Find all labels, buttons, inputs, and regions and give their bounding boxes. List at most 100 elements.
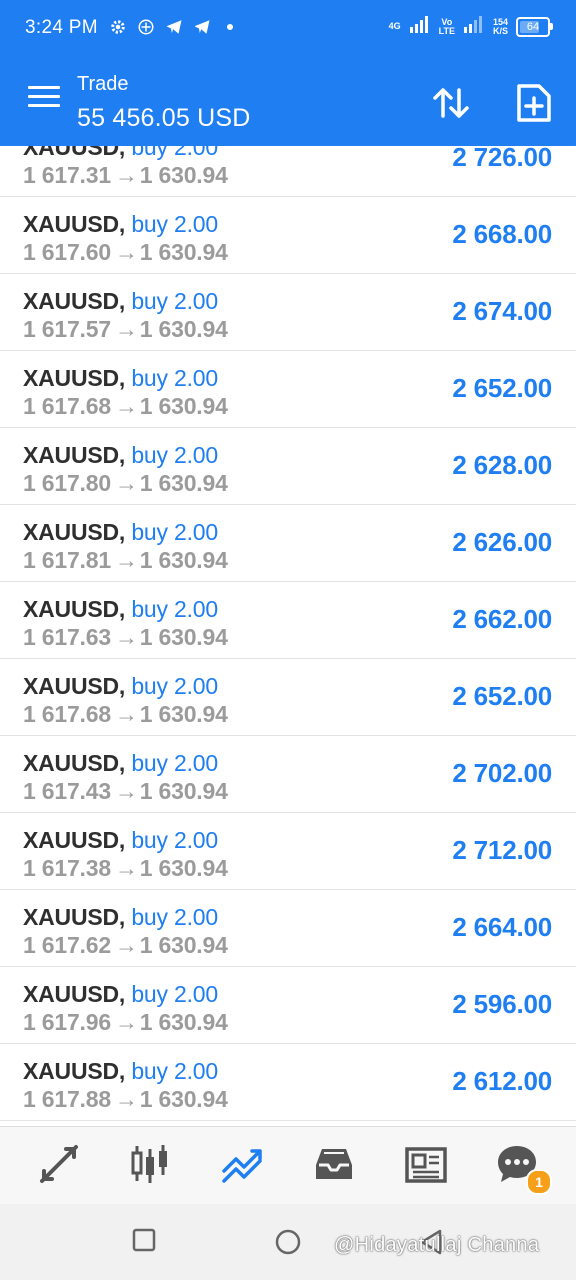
position-side-volume: buy 2.00 [131, 827, 218, 853]
position-symbol: XAUUSD, [23, 904, 126, 930]
position-row[interactable]: XAUUSD, buy 2.00 1 617.81 →1 630.94 2 626.0… [0, 505, 576, 582]
status-time: 3:24 PM [25, 17, 98, 38]
menu-button[interactable] [28, 86, 60, 112]
tab-chat[interactable]: 1 [494, 1141, 552, 1195]
position-profit: 2 664.00 [452, 912, 552, 942]
position-profit: 2 702.00 [452, 758, 552, 788]
position-symbol: XAUUSD, [23, 673, 126, 699]
tab-trade[interactable] [220, 1141, 266, 1187]
page-title: Trade [77, 73, 129, 95]
bottom-tab-bar: 1 [0, 1126, 576, 1205]
current-price: 1 630.94 [139, 393, 228, 419]
home-button[interactable] [274, 1228, 302, 1261]
position-side-volume: buy 2.00 [131, 519, 218, 545]
position-side-volume: buy 2.00 [131, 596, 218, 622]
position-row[interactable]: XAUUSD, buy 2.00 1 617.31 →1 630.94 2 726.0… [0, 146, 576, 197]
position-row[interactable]: XAUUSD, buy 2.00 1 617.63 →1 630.94 2 662.0… [0, 582, 576, 659]
tab-chart[interactable] [127, 1141, 173, 1187]
position-prices: 1 617.68 →1 630.94 [23, 393, 228, 420]
position-row[interactable]: XAUUSD, buy 2.00 1 617.43 →1 630.94 2 702.0… [0, 736, 576, 813]
signal-strength-icon [409, 15, 431, 38]
current-price: 1 630.94 [139, 239, 228, 265]
position-prices: 1 617.62 →1 630.94 [23, 932, 228, 959]
position-profit: 2 662.00 [452, 604, 552, 634]
arrow-right-icon: → [114, 1086, 138, 1112]
arrow-right-icon: → [114, 239, 138, 265]
current-price: 1 630.94 [139, 316, 228, 342]
hamburger-icon-line [28, 95, 60, 98]
gear-icon [108, 17, 128, 37]
position-symbol: XAUUSD, [23, 365, 126, 391]
trade-icon [222, 1149, 262, 1183]
chat-unread-badge: 1 [526, 1169, 552, 1195]
position-row[interactable]: XAUUSD, buy 2.00 1 617.68 →1 630.94 2 652.0… [0, 659, 576, 736]
position-title: XAUUSD, buy 2.00 [23, 442, 218, 469]
position-prices: 1 617.81 →1 630.94 [23, 547, 228, 574]
position-row[interactable]: XAUUSD, buy 2.00 1 617.62 →1 630.94 2 664.0… [0, 890, 576, 967]
position-prices: 1 617.60 →1 630.94 [23, 239, 228, 266]
battery-percent: 64 [526, 20, 540, 33]
position-row[interactable]: XAUUSD, buy 2.00 1 617.88 →1 630.94 2 612.0… [0, 1044, 576, 1121]
position-side-volume: buy 2.00 [131, 1058, 218, 1084]
position-row[interactable]: XAUUSD, buy 2.00 1 617.60 →1 630.94 2 668.0… [0, 197, 576, 274]
position-symbol: XAUUSD, [23, 827, 126, 853]
new-order-button[interactable] [516, 82, 552, 124]
position-symbol: XAUUSD, [23, 519, 126, 545]
system-navigation-bar: @Hidayatullaj Channa [0, 1204, 576, 1280]
position-prices: 1 617.63 →1 630.94 [23, 624, 228, 651]
open-price: 1 617.80 [23, 470, 111, 496]
network-type-label: 4G [388, 21, 401, 31]
position-title: XAUUSD, buy 2.00 [23, 146, 218, 161]
position-profit: 2 596.00 [452, 989, 552, 1019]
open-price: 1 617.96 [23, 1009, 111, 1035]
current-price: 1 630.94 [139, 778, 228, 804]
open-price: 1 617.63 [23, 624, 111, 650]
arrow-right-icon: → [114, 932, 138, 958]
current-price: 1 630.94 [139, 701, 228, 727]
position-row[interactable]: XAUUSD, buy 2.00 1 617.96 →1 630.94 2 596.0… [0, 967, 576, 1044]
position-profit: 2 652.00 [452, 681, 552, 711]
circle-icon [275, 1229, 301, 1255]
current-price: 1 630.94 [139, 624, 228, 650]
position-symbol: XAUUSD, [23, 211, 126, 237]
open-price: 1 617.81 [23, 547, 111, 573]
watermark-text: @Hidayatullaj Channa [334, 1234, 540, 1256]
position-profit: 2 726.00 [452, 146, 552, 172]
position-title: XAUUSD, buy 2.00 [23, 750, 218, 777]
arrow-right-icon: → [114, 470, 138, 496]
signal-strength-icon-2 [463, 15, 485, 38]
tab-history[interactable] [311, 1141, 357, 1187]
open-price: 1 617.68 [23, 393, 111, 419]
position-prices: 1 617.38 →1 630.94 [23, 855, 228, 882]
position-profit: 2 674.00 [452, 296, 552, 326]
position-title: XAUUSD, buy 2.00 [23, 365, 218, 392]
open-price: 1 617.38 [23, 855, 111, 881]
open-price: 1 617.60 [23, 239, 111, 265]
tab-quotes[interactable] [36, 1141, 82, 1187]
square-icon [132, 1228, 156, 1252]
position-row[interactable]: XAUUSD, buy 2.00 1 617.38 →1 630.94 2 712.0… [0, 813, 576, 890]
sort-button[interactable] [430, 82, 472, 124]
position-title: XAUUSD, buy 2.00 [23, 981, 218, 1008]
history-icon [316, 1149, 352, 1179]
top-header: 3:24 PM 4G Vo LTE 154 K/S 64 Trade 55 45… [0, 0, 576, 146]
position-title: XAUUSD, buy 2.00 [23, 211, 218, 238]
dot-icon [220, 17, 240, 37]
arrow-right-icon: → [114, 393, 138, 419]
positions-list[interactable]: XAUUSD, buy 2.00 1 617.31 →1 630.94 2 726.0… [0, 146, 576, 1126]
tab-news[interactable] [403, 1141, 449, 1187]
position-row[interactable]: XAUUSD, buy 2.00 1 617.68 →1 630.94 2 652.0… [0, 351, 576, 428]
quotes-icon [40, 1145, 78, 1183]
position-row[interactable]: XAUUSD, buy 2.00 1 617.57 →1 630.94 2 674.0… [0, 274, 576, 351]
position-title: XAUUSD, buy 2.00 [23, 1058, 218, 1085]
new-document-icon [517, 84, 551, 122]
position-title: XAUUSD, buy 2.00 [23, 827, 218, 854]
position-row[interactable]: XAUUSD, buy 2.00 1 617.80 →1 630.94 2 628.0… [0, 428, 576, 505]
arrow-right-icon: → [114, 1009, 138, 1035]
hamburger-icon-line [28, 104, 60, 107]
current-price: 1 630.94 [139, 932, 228, 958]
recent-apps-button[interactable] [132, 1228, 156, 1257]
position-side-volume: buy 2.00 [131, 288, 218, 314]
position-title: XAUUSD, buy 2.00 [23, 673, 218, 700]
position-symbol: XAUUSD, [23, 146, 126, 160]
